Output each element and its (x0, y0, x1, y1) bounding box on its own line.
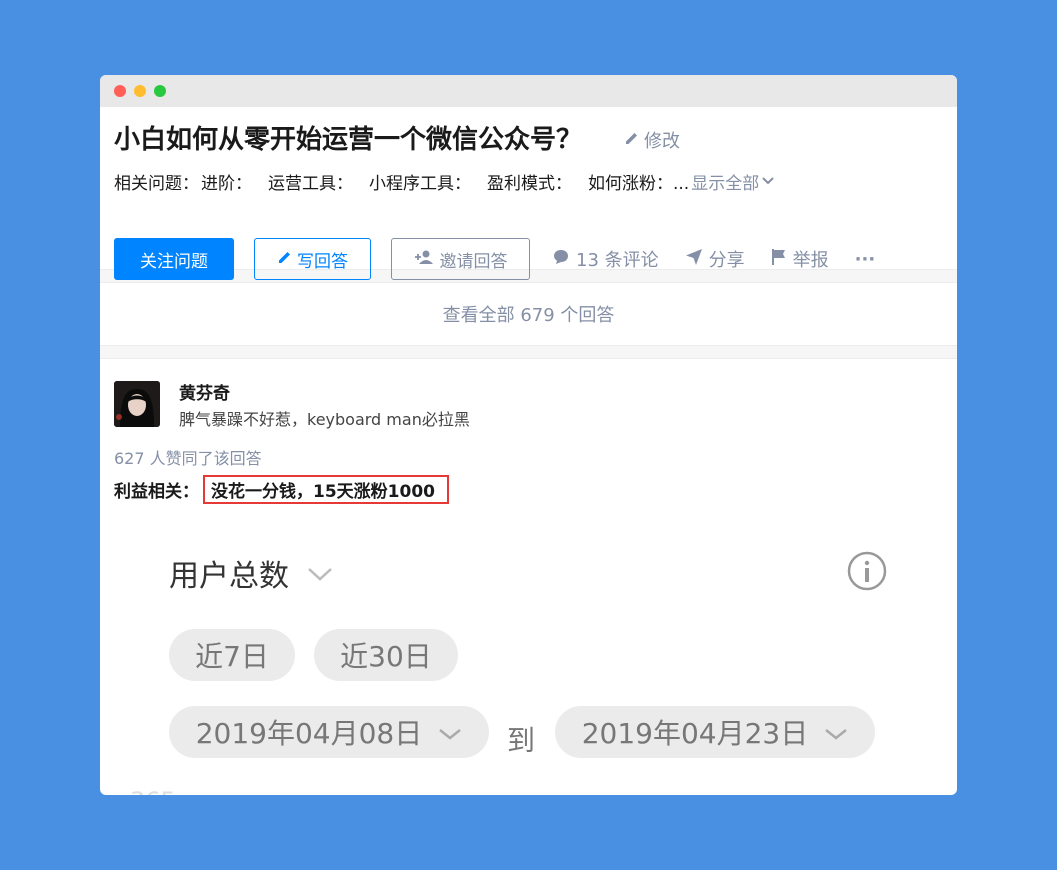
topic-tag[interactable]: 盈利模式： (487, 169, 572, 194)
question-title: 小白如何从零开始运营一个微信公众号？ (114, 125, 583, 155)
chevron-down-icon (824, 716, 848, 749)
date-to-pill: 2019年04月23日 (555, 706, 875, 758)
maximize-window-button[interactable] (154, 85, 166, 97)
edit-label: 修改 (644, 131, 680, 152)
answer-card: 黄芬奇 脾气暴躁不好惹，keyboard man必拉黑 627 人赞同了该回答 … (100, 359, 957, 795)
author-name[interactable]: 黄芬奇 (179, 379, 230, 404)
highlighted-interest-text: 没花一分钱，15天涨粉1000 (203, 475, 449, 504)
related-topics: 相关问题： 进阶： 运营工具： 小程序工具： 盈利模式： 如何涨粉：... 显示… (114, 169, 777, 194)
write-answer-label: 写回答 (297, 251, 348, 272)
chevron-down-icon (759, 172, 777, 192)
range-30-days-pill: 近30日 (314, 629, 458, 681)
invite-answer-label: 邀请回答 (439, 251, 508, 272)
partially-visible-count: 365 (130, 787, 176, 795)
write-answer-button[interactable]: 写回答 (254, 238, 371, 280)
stats-title-label: 用户总数 (169, 559, 289, 594)
close-window-button[interactable] (114, 85, 126, 97)
minimize-window-button[interactable] (134, 85, 146, 97)
chevron-down-icon (307, 556, 333, 591)
embedded-stats-screenshot: 用户总数 近7日 近30日 2019年04月08日 到 2019年04月23日 (100, 529, 957, 795)
section-divider (100, 345, 957, 359)
vote-count: 627 人赞同了该回答 (114, 449, 262, 468)
question-header: 小白如何从零开始运营一个微信公众号？ 修改 相关问题： 进阶： 运营工具： 小程… (100, 107, 957, 280)
report-button[interactable]: 举报 (771, 246, 829, 272)
comment-icon (552, 248, 570, 271)
avatar[interactable] (114, 381, 160, 427)
topic-tag[interactable]: 运营工具： (268, 169, 353, 194)
topic-tag[interactable]: 如何涨粉：... (588, 169, 689, 194)
comments-button[interactable]: 13 条评论 (552, 246, 659, 272)
paper-plane-icon (685, 248, 703, 271)
window-titlebar (100, 75, 957, 107)
edit-question-link[interactable]: 修改 (624, 127, 680, 153)
date-from-label: 2019年04月08日 (195, 717, 423, 750)
share-button[interactable]: 分享 (685, 246, 745, 272)
question-actions: 关注问题 写回答 邀请回答 13 条评论 分享 举报 ··· (114, 238, 875, 280)
flag-icon (771, 248, 787, 271)
show-all-topics-button[interactable]: 显示全部 (691, 169, 777, 194)
date-to-label: 2019年04月23日 (581, 717, 809, 750)
date-from-pill: 2019年04月08日 (169, 706, 489, 758)
topic-tag[interactable]: 进阶： (201, 169, 252, 194)
stats-title: 用户总数 (169, 551, 333, 595)
add-user-icon (414, 249, 434, 270)
browser-window: 小白如何从零开始运营一个微信公众号？ 修改 相关问题： 进阶： 运营工具： 小程… (100, 75, 957, 795)
chevron-down-icon (438, 716, 462, 749)
share-label: 分享 (708, 250, 745, 271)
show-all-label: 显示全部 (691, 174, 760, 194)
view-all-answers-link[interactable]: 查看全部 679 个回答 (100, 283, 957, 345)
invite-answer-button[interactable]: 邀请回答 (391, 238, 530, 280)
info-icon (847, 551, 887, 595)
interest-label: 利益相关： (114, 482, 199, 502)
pencil-icon (277, 249, 293, 270)
comments-label: 13 条评论 (576, 250, 659, 271)
topic-tag[interactable]: 小程序工具： (369, 169, 471, 194)
report-label: 举报 (792, 250, 829, 271)
date-to-separator: 到 (507, 724, 536, 757)
follow-question-button[interactable]: 关注问题 (114, 238, 234, 280)
range-7-days-pill: 近7日 (169, 629, 295, 681)
pencil-icon (624, 130, 640, 151)
interest-disclosure: 利益相关： 没花一分钱，15天涨粉1000 (114, 475, 449, 504)
author-bio: 脾气暴躁不好惹，keyboard man必拉黑 (179, 410, 470, 429)
more-options-button[interactable]: ··· (855, 249, 876, 270)
related-topics-label: 相关问题： (114, 174, 199, 194)
